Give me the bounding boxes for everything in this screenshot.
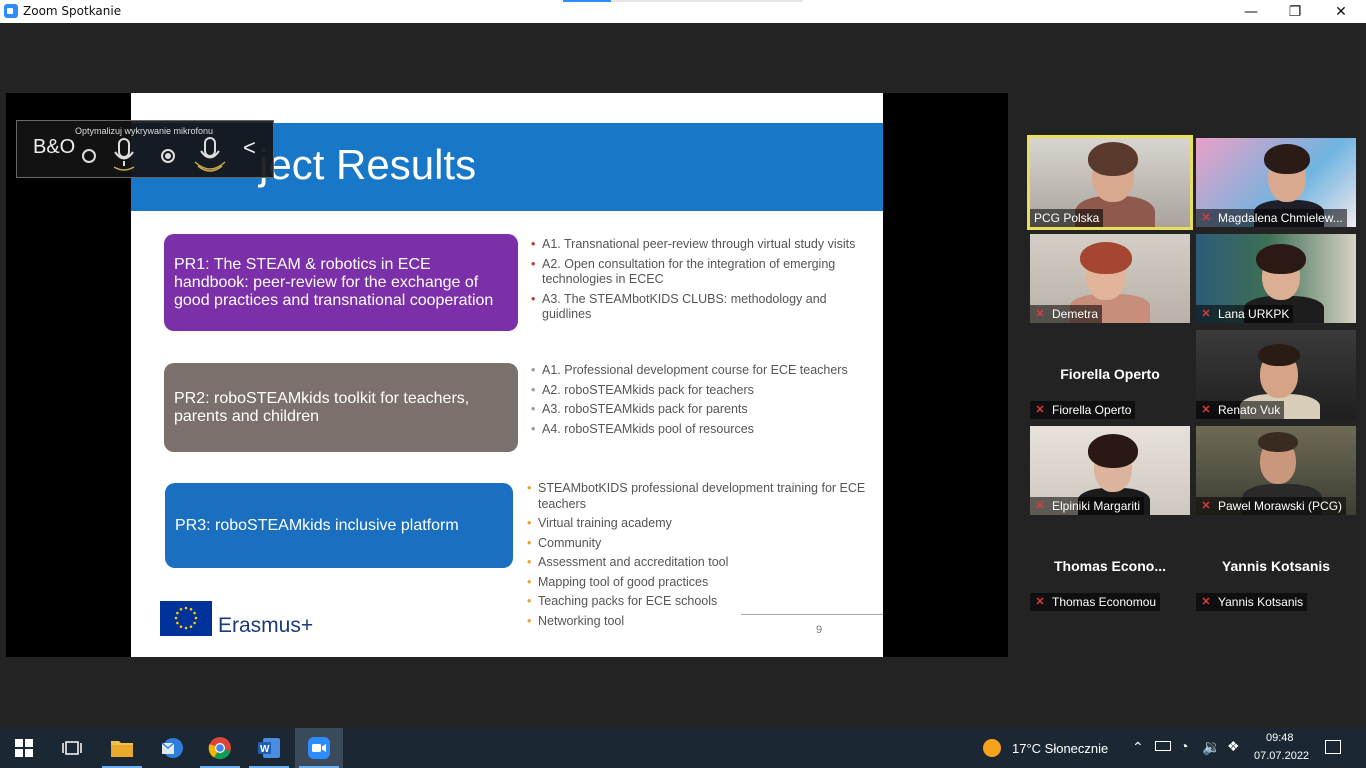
- chrome-icon[interactable]: [196, 728, 244, 768]
- participant-tile[interactable]: ✕ Elpiniki Margariti: [1030, 426, 1190, 515]
- mic-muted-icon: ✕: [1201, 596, 1211, 608]
- participant-display-name: Yannis Kotsanis: [1221, 558, 1331, 574]
- mic-muted-icon: ✕: [1201, 500, 1211, 512]
- participant-tile[interactable]: Yannis Kotsanis ✕ Yannis Kotsanis: [1196, 522, 1356, 611]
- bullet-item: A3. The STEAMbotKIDS CLUBS: methodology …: [531, 292, 867, 323]
- battery-icon[interactable]: [1155, 741, 1171, 751]
- restore-button[interactable]: ❐: [1272, 0, 1318, 23]
- notification-icon[interactable]: [1325, 740, 1341, 754]
- participant-tile[interactable]: ✕ Magdalena Chmielew...: [1196, 138, 1356, 227]
- bullet-item: A1. Professional development course for …: [531, 363, 867, 379]
- result-box-pr1: PR1: The STEAM & robotics in ECE handboo…: [164, 234, 518, 331]
- bo-logo: B&O: [33, 136, 76, 158]
- bullet-item: Mapping tool of good practices: [527, 575, 867, 591]
- file-explorer-icon[interactable]: [98, 728, 146, 768]
- eu-flag-icon: [160, 601, 212, 636]
- bullet-item: A2. Open consultation for the integratio…: [531, 257, 867, 288]
- participant-name: ✕ Renato Vuk: [1196, 401, 1285, 419]
- erasmus-logo: Erasmus+: [160, 601, 340, 641]
- result-box-pr3: PR3: roboSTEAMkids inclusive platform: [165, 483, 513, 568]
- zoom-app-icon: [4, 4, 18, 18]
- volume-icon[interactable]: 🔉: [1202, 738, 1221, 756]
- result-bullets-pr3: STEAMbotKIDS professional development tr…: [527, 481, 867, 633]
- mail-icon[interactable]: [148, 728, 196, 768]
- result-bullets-pr2: A1. Professional development course for …: [531, 363, 867, 441]
- participant-tile[interactable]: ✕ Demetra: [1030, 234, 1190, 323]
- word-icon[interactable]: W: [245, 728, 293, 768]
- clock-date[interactable]: 07.07.2022: [1254, 750, 1309, 762]
- title-bar: Zoom Spotkanie — ❐ ✕: [0, 0, 1366, 23]
- footer-rule: [741, 614, 883, 615]
- mic-wide-icon[interactable]: [192, 136, 228, 179]
- result-box-pr2: PR2: roboSTEAMkids toolkit for teachers,…: [164, 363, 518, 452]
- dropbox-icon[interactable]: ❖: [1227, 738, 1240, 755]
- participant-name: PCG Polska: [1030, 209, 1104, 227]
- bullet-item: Community: [527, 536, 867, 552]
- clock-time[interactable]: 09:48: [1266, 732, 1294, 744]
- chevron-up-icon[interactable]: ⌃: [1132, 739, 1144, 756]
- share-strip[interactable]: [563, 0, 803, 2]
- start-icon[interactable]: [0, 728, 48, 768]
- participant-name: ✕ Lana URKPK: [1196, 305, 1294, 323]
- minimize-button[interactable]: —: [1228, 0, 1274, 23]
- chevron-left-icon[interactable]: <: [243, 135, 256, 161]
- mic-muted-icon: ✕: [1201, 308, 1211, 320]
- participant-display-name: Thomas Econo...: [1053, 558, 1166, 574]
- bullet-item: A1. Transnational peer-review through vi…: [531, 237, 867, 253]
- participant-name: ✕ Pawel Morawski (PCG): [1196, 497, 1347, 515]
- participant-name: ✕ Magdalena Chmielew...: [1196, 209, 1347, 227]
- taskbar: W 17°C Słonecznie ⌃ ◔ 🔉 ❖ 09:48 07.07.20…: [0, 728, 1366, 768]
- participant-name: ✕ Elpiniki Margariti: [1030, 497, 1145, 515]
- participant-tile[interactable]: PCG Polska: [1027, 135, 1193, 230]
- weather-sun-icon[interactable]: [983, 739, 1001, 757]
- slide-title: ject Results: [259, 141, 477, 188]
- mic-muted-icon: ✕: [1201, 212, 1211, 224]
- svg-text:W: W: [260, 744, 270, 755]
- participant-name: ✕ Thomas Economou: [1030, 593, 1161, 611]
- participant-display-name: Fiorella Operto: [1060, 366, 1160, 382]
- wifi-icon[interactable]: ◔: [1180, 738, 1188, 754]
- task-view-icon[interactable]: [48, 728, 96, 768]
- participant-tile[interactable]: Fiorella Operto ✕ Fiorella Operto: [1030, 330, 1190, 419]
- mic-icon[interactable]: [110, 137, 138, 178]
- bullet-item: A3. roboSTEAMkids pack for parents: [531, 402, 867, 418]
- radio-off-icon[interactable]: [82, 149, 96, 163]
- result-bullets-pr1: A1. Transnational peer-review through vi…: [531, 237, 867, 327]
- mic-muted-icon: ✕: [1035, 596, 1045, 608]
- participant-name: ✕ Demetra: [1030, 305, 1103, 323]
- participant-tile[interactable]: Thomas Econo... ✕ Thomas Economou: [1030, 522, 1190, 611]
- page-number: 9: [816, 624, 823, 636]
- erasmus-label: Erasmus+: [218, 614, 314, 637]
- mic-bar-label: Optymalizuj wykrywanie mikrofonu: [75, 126, 214, 136]
- participant-tile[interactable]: ✕ Pawel Morawski (PCG): [1196, 426, 1356, 515]
- mic-muted-icon: ✕: [1035, 308, 1045, 320]
- bullet-item: STEAMbotKIDS professional development tr…: [527, 481, 867, 512]
- close-button[interactable]: ✕: [1318, 0, 1364, 23]
- mic-muted-icon: ✕: [1201, 404, 1211, 416]
- mic-optimization-bar[interactable]: Optymalizuj wykrywanie mikrofonu B&O <: [16, 120, 274, 178]
- bullet-item: Assessment and accreditation tool: [527, 555, 867, 571]
- mic-muted-icon: ✕: [1035, 500, 1045, 512]
- radio-on-icon[interactable]: [161, 149, 175, 163]
- bullet-item: A2. roboSTEAMkids pack for teachers: [531, 383, 867, 399]
- participant-name: ✕ Yannis Kotsanis: [1196, 593, 1308, 611]
- zoom-icon[interactable]: [295, 728, 343, 768]
- participant-tile[interactable]: ✕ Lana URKPK: [1196, 234, 1356, 323]
- bullet-item: Virtual training academy: [527, 516, 867, 532]
- participant-tile[interactable]: ✕ Renato Vuk: [1196, 330, 1356, 419]
- bullet-item: A4. roboSTEAMkids pool of resources: [531, 422, 867, 438]
- window-title: Zoom Spotkanie: [23, 4, 122, 18]
- share-strip-active: [563, 0, 611, 2]
- weather-text[interactable]: 17°C Słonecznie: [1012, 741, 1108, 756]
- participant-name: ✕ Fiorella Operto: [1030, 401, 1136, 419]
- bullet-item: Teaching packs for ECE schools: [527, 594, 867, 610]
- mic-muted-icon: ✕: [1035, 404, 1045, 416]
